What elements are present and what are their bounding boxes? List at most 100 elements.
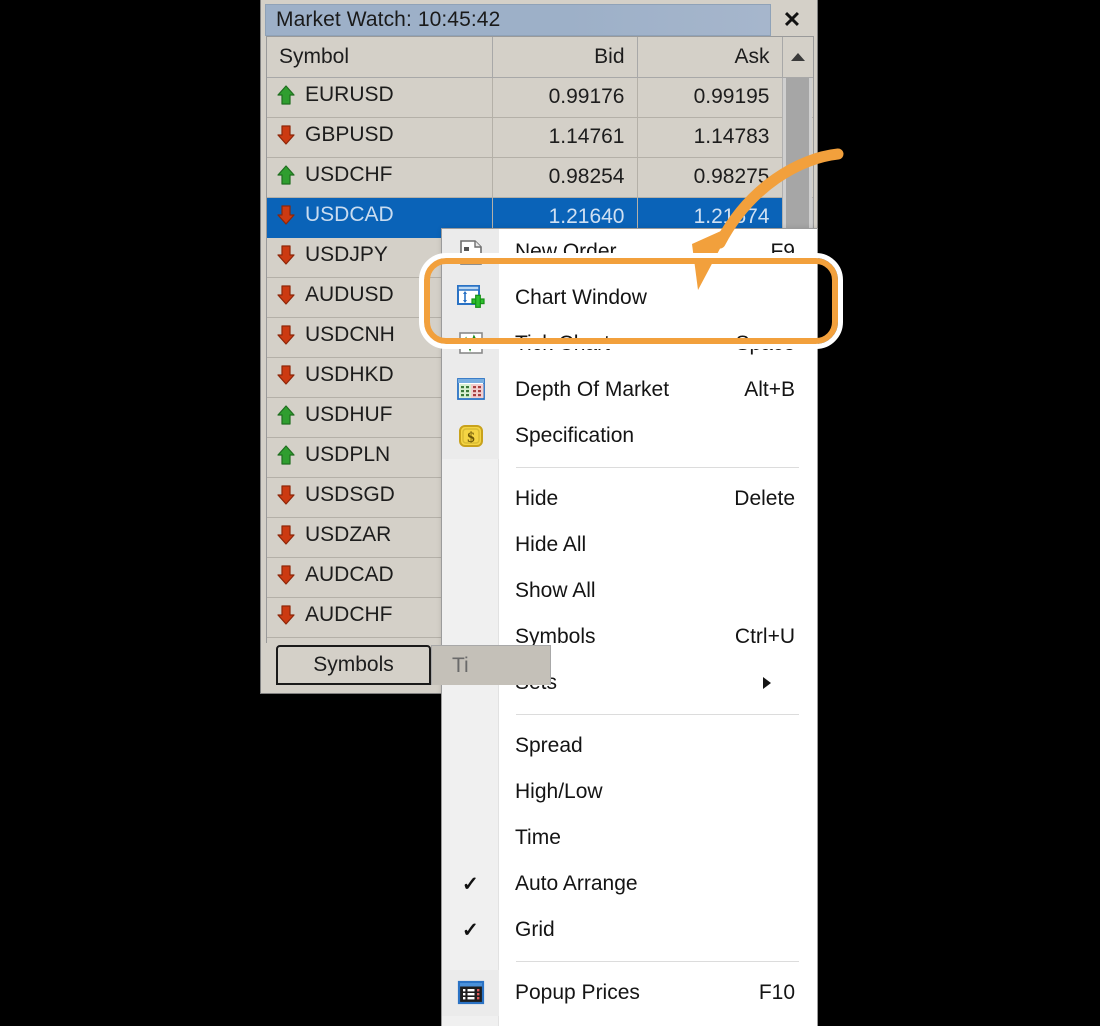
menu-item-grid[interactable]: ✓ Grid: [442, 907, 817, 953]
menu-item-new-order[interactable]: New Order F9: [442, 229, 817, 275]
checkmark-icon: ✓: [462, 873, 479, 896]
cell-ask[interactable]: 1.14783: [637, 117, 783, 158]
menu-item-high-low[interactable]: High/Low: [442, 769, 817, 815]
menu-item-accelerator: F9: [770, 240, 795, 263]
menu-item-label: Grid: [515, 918, 555, 941]
menu-item-label: Show All: [515, 579, 596, 602]
popup-prices-icon: [442, 970, 499, 1016]
tick-chart-icon: [442, 321, 499, 367]
symbol-label: USDHKD: [305, 363, 394, 386]
checkmark-icon: ✓: [462, 919, 479, 942]
arrow-up-icon: [277, 405, 295, 425]
menu-icon-slot: [442, 815, 499, 861]
symbol-label: USDSGD: [305, 483, 395, 506]
depth-market-icon: [442, 367, 499, 413]
scrollbar-up-button[interactable]: [782, 37, 813, 78]
chevron-up-icon: [790, 52, 805, 61]
window-title: Market Watch: 10:45:42: [276, 8, 501, 31]
symbol-label: USDCHF: [305, 163, 393, 186]
arrow-down-icon: [277, 325, 295, 345]
menu-item-accelerator: F10: [758, 981, 795, 1004]
menu-item-accelerator: Alt+B: [744, 378, 795, 401]
menu-item-label: Specification: [515, 424, 635, 447]
menu-item-label: New Order: [515, 240, 617, 263]
menu-item-label: Chart Window: [515, 286, 647, 309]
menu-item-popup-prices[interactable]: Popup Prices F10: [442, 970, 817, 1016]
menu-item-chart-window[interactable]: Chart Window: [442, 275, 817, 321]
titlebar-background: Market Watch: 10:45:42: [265, 4, 771, 36]
arrow-up-icon: [277, 445, 295, 465]
menu-item-show-all[interactable]: Show All: [442, 568, 817, 614]
menu-item-label: Auto Arrange: [515, 872, 638, 895]
menu-item-spread[interactable]: Spread: [442, 723, 817, 769]
menu-separator: [516, 467, 799, 468]
market-watch-titlebar: Market Watch: 10:45:42 ✕: [261, 0, 817, 36]
menu-item-accelerator: Delete: [734, 487, 795, 510]
screen-root: Market Watch: 10:45:42 ✕ Symbol Bid Ask: [0, 0, 1100, 1026]
symbol-label: AUDCHF: [305, 603, 393, 626]
symbol-label: USDPLN: [305, 443, 391, 466]
cell-bid[interactable]: 0.98254: [492, 157, 638, 198]
arrow-down-icon: [277, 285, 295, 305]
symbol-label: AUDUSD: [305, 283, 394, 306]
tab-tick-chart[interactable]: Ti: [431, 645, 551, 685]
arrow-down-icon: [277, 125, 295, 145]
cell-ask[interactable]: 0.98275: [637, 157, 783, 198]
menu-item-label: Tick Chart: [515, 332, 610, 355]
menu-icon-slot: [442, 769, 499, 815]
chevron-right-icon: [763, 677, 795, 689]
menu-item-label: Hide: [515, 487, 559, 510]
cell-bid[interactable]: 0.99176: [492, 77, 638, 118]
menu-icon-slot: [442, 522, 499, 568]
symbol-label: USDHUF: [305, 403, 393, 426]
chart-window-icon: [442, 275, 499, 321]
symbol-label: EURUSD: [305, 83, 394, 106]
column-header-symbol[interactable]: Symbol: [267, 37, 493, 78]
new-order-icon: [442, 229, 499, 275]
table-row[interactable]: USDCHF 0.98254 0.98275: [267, 157, 813, 198]
menu-item-label: Popup Prices: [515, 981, 640, 1004]
context-menu: New Order F9 Chart Window Tick Chart Space De…: [441, 228, 818, 1026]
specification-icon: $: [442, 413, 499, 459]
symbol-label: GBPUSD: [305, 123, 394, 146]
close-icon[interactable]: ✕: [771, 4, 813, 36]
table-row[interactable]: EURUSD 0.99176 0.99195: [267, 77, 813, 118]
arrow-down-icon: [277, 365, 295, 385]
arrow-down-icon: [277, 205, 295, 225]
arrow-down-icon: [277, 605, 295, 625]
tab-symbols[interactable]: Symbols: [276, 645, 431, 685]
menu-item-accelerator: Space: [735, 332, 795, 355]
column-header-bid[interactable]: Bid: [492, 37, 638, 78]
menu-item-auto-arrange[interactable]: ✓ Auto Arrange: [442, 861, 817, 907]
cell-symbol[interactable]: USDCHF: [267, 157, 493, 198]
symbol-label: USDCNH: [305, 323, 395, 346]
cell-ask[interactable]: 0.99195: [637, 77, 783, 118]
cell-bid[interactable]: 1.14761: [492, 117, 638, 158]
arrow-down-icon: [277, 245, 295, 265]
menu-item-hide[interactable]: Hide Delete: [442, 476, 817, 522]
arrow-up-icon: [277, 165, 295, 185]
menu-item-label: High/Low: [515, 780, 603, 803]
menu-icon-slot: [442, 568, 499, 614]
menu-item-specification[interactable]: $ Specification: [442, 413, 817, 459]
menu-item-depth-of-market[interactable]: Depth Of Market Alt+B: [442, 367, 817, 413]
table-header-row: Symbol Bid Ask: [267, 37, 813, 78]
table-row[interactable]: GBPUSD 1.14761 1.14783: [267, 117, 813, 158]
cell-symbol[interactable]: GBPUSD: [267, 117, 493, 158]
menu-item-tick-chart[interactable]: Tick Chart Space: [442, 321, 817, 367]
menu-item-label: Time: [515, 826, 561, 849]
context-menu-items: New Order F9 Chart Window Tick Chart Space De…: [442, 229, 817, 1016]
menu-item-accelerator: Ctrl+U: [734, 625, 795, 648]
arrow-up-icon: [277, 85, 295, 105]
column-header-ask[interactable]: Ask: [637, 37, 783, 78]
menu-item-hide-all[interactable]: Hide All: [442, 522, 817, 568]
arrow-down-icon: [277, 525, 295, 545]
menu-separator: [516, 714, 799, 715]
symbol-label: USDCAD: [305, 203, 394, 226]
svg-text:$: $: [467, 430, 475, 446]
symbol-label: USDJPY: [305, 243, 388, 266]
cell-symbol[interactable]: EURUSD: [267, 77, 493, 118]
menu-item-label: Hide All: [515, 533, 587, 556]
menu-icon-slot: [442, 723, 499, 769]
menu-item-time[interactable]: Time: [442, 815, 817, 861]
